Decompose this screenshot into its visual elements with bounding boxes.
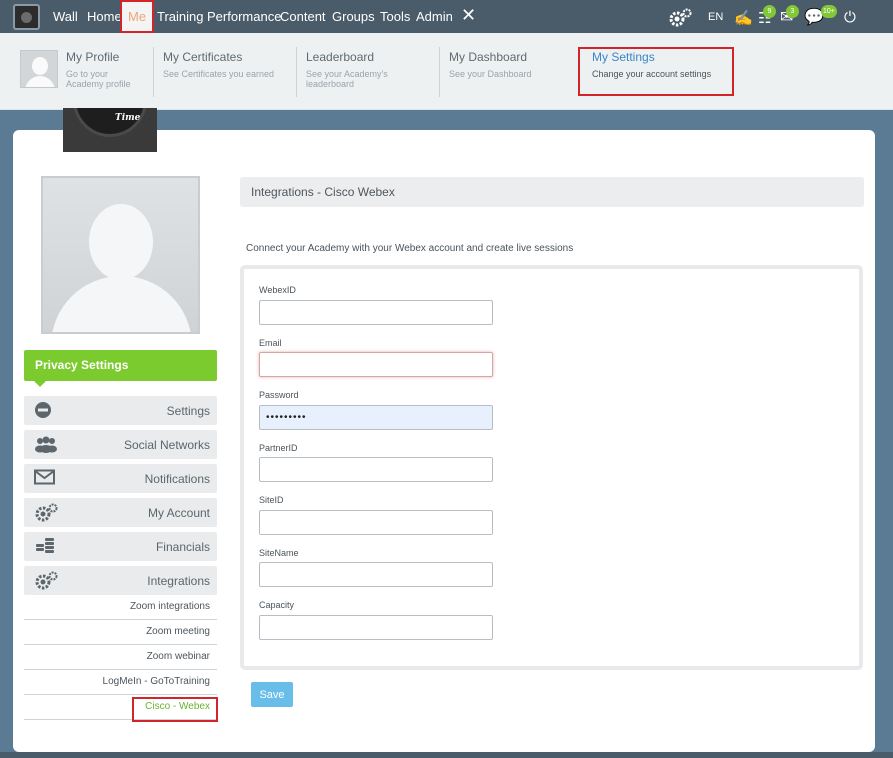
submenu-logmein-gototraining[interactable]: LogMeIn - GoToTraining xyxy=(24,670,217,695)
academy-logo[interactable] xyxy=(13,4,40,30)
avatar xyxy=(20,50,58,88)
envelope-icon xyxy=(34,469,56,487)
cover-image-text: Time xyxy=(115,113,141,123)
menu-my-dashboard-sub: See your Dashboard xyxy=(449,69,532,79)
menu-my-certificates-sub: See Certificates you earned xyxy=(163,69,275,79)
siteid-label: SiteID xyxy=(259,495,284,505)
menu-my-dashboard[interactable]: My Dashboard See your Dashboard xyxy=(449,50,532,79)
close-icon[interactable]: ✕ xyxy=(461,6,476,24)
footer-strip xyxy=(0,752,893,758)
sidebar-item-my-account[interactable]: My Account xyxy=(24,498,217,527)
menu-divider xyxy=(296,47,297,97)
gears-icon xyxy=(34,571,58,590)
submenu-zoom-webinar[interactable]: Zoom webinar xyxy=(24,645,217,670)
submenu-label: Zoom webinar xyxy=(146,651,210,662)
sidebar-item-label: Notifications xyxy=(144,472,210,486)
chat-badge: 10+ xyxy=(821,5,837,18)
sitename-field[interactable] xyxy=(259,562,493,587)
nav-training[interactable]: Training xyxy=(157,9,203,24)
sidebar-item-label: Social Networks xyxy=(123,438,210,452)
menu-leaderboard-title: Leaderboard xyxy=(306,50,375,64)
nav-admin[interactable]: Admin xyxy=(416,9,453,24)
menu-leaderboard[interactable]: Leaderboard See your Academy's leaderboa… xyxy=(306,50,388,89)
submenu-zoom-integrations[interactable]: Zoom integrations xyxy=(24,595,217,620)
nav-me[interactable]: Me xyxy=(128,9,146,24)
email-label: Email xyxy=(259,338,282,348)
submenu-label: Zoom meeting xyxy=(146,626,210,637)
sidebar-item-label: Financials xyxy=(155,540,210,554)
language-selector[interactable]: EN xyxy=(708,11,723,23)
submenu-label: Zoom integrations xyxy=(129,601,210,612)
nav-wall[interactable]: Wall xyxy=(53,9,78,24)
cisco-webex-highlight xyxy=(132,697,218,722)
power-icon[interactable]: ⏻ xyxy=(844,9,856,26)
me-dropdown-menu: My Profile Go to your Academy profile My… xyxy=(0,33,893,110)
email-field[interactable] xyxy=(259,352,493,377)
gear-icon[interactable] xyxy=(668,8,692,31)
capacity-field[interactable] xyxy=(259,615,493,640)
nav-groups[interactable]: Groups xyxy=(332,9,375,24)
nav-home[interactable]: Home xyxy=(87,9,122,24)
menu-my-profile-sub2: Academy profile xyxy=(66,79,131,89)
privacy-settings-tab[interactable]: Privacy Settings xyxy=(24,350,217,387)
coins-icon xyxy=(34,537,56,555)
privacy-settings-label: Privacy Settings xyxy=(35,358,129,372)
sidebar-item-label: Integrations xyxy=(147,574,210,588)
webexid-label: WebexID xyxy=(259,285,296,295)
menu-my-certificates[interactable]: My Certificates See Certificates you ear… xyxy=(163,50,274,79)
submenu-label: LogMeIn - GoToTraining xyxy=(102,676,210,687)
gears-icon xyxy=(34,503,58,522)
sidebar-item-label: My Account xyxy=(147,506,210,520)
menu-my-profile-sub: Go to your xyxy=(66,69,109,79)
password-field[interactable] xyxy=(259,405,493,430)
menu-my-certificates-title: My Certificates xyxy=(163,50,243,64)
sidebar-item-financials[interactable]: Financials xyxy=(24,532,217,561)
intro-text: Connect your Academy with your Webex acc… xyxy=(246,243,574,254)
siteid-field[interactable] xyxy=(259,510,493,535)
menu-leaderboard-sub2: leaderboard xyxy=(306,79,355,89)
submenu-zoom-meeting[interactable]: Zoom meeting xyxy=(24,620,217,645)
menu-my-profile-title: My Profile xyxy=(66,50,120,64)
top-navbar: Wall Home Me Training Performance Conten… xyxy=(0,0,893,33)
users-icon xyxy=(34,435,57,453)
sidebar-item-label: Settings xyxy=(166,404,210,418)
save-button[interactable]: Save xyxy=(251,682,293,707)
messages-badge: 3 xyxy=(786,5,799,18)
sidebar-item-notifications[interactable]: Notifications xyxy=(24,464,217,493)
menu-divider xyxy=(153,47,154,97)
sitename-label: SiteName xyxy=(259,548,299,558)
partnerid-field[interactable] xyxy=(259,457,493,482)
no-entry-icon xyxy=(34,401,56,419)
signature-icon[interactable]: ✍ xyxy=(734,10,753,27)
nav-tools[interactable]: Tools xyxy=(380,9,410,24)
sidebar-item-integrations[interactable]: Integrations xyxy=(24,566,217,595)
password-label: Password xyxy=(259,390,299,400)
my-settings-highlight xyxy=(578,47,734,96)
tasks-badge: 9 xyxy=(763,5,776,18)
nav-performance[interactable]: Performance xyxy=(207,9,281,24)
cover-image: Time xyxy=(63,108,157,152)
partnerid-label: PartnerID xyxy=(259,443,298,453)
nav-content[interactable]: Content xyxy=(280,9,326,24)
sidebar-item-social-networks[interactable]: Social Networks xyxy=(24,430,217,459)
capacity-label: Capacity xyxy=(259,600,295,610)
sidebar-item-settings[interactable]: Settings xyxy=(24,396,217,425)
webexid-field[interactable] xyxy=(259,300,493,325)
profile-picture[interactable] xyxy=(41,176,200,334)
menu-my-dashboard-title: My Dashboard xyxy=(449,50,528,64)
page-title: Integrations - Cisco Webex xyxy=(240,177,864,207)
menu-leaderboard-sub: See your Academy's xyxy=(306,69,388,79)
menu-my-profile[interactable]: My Profile Go to your Academy profile xyxy=(66,50,131,89)
menu-divider xyxy=(439,47,440,97)
